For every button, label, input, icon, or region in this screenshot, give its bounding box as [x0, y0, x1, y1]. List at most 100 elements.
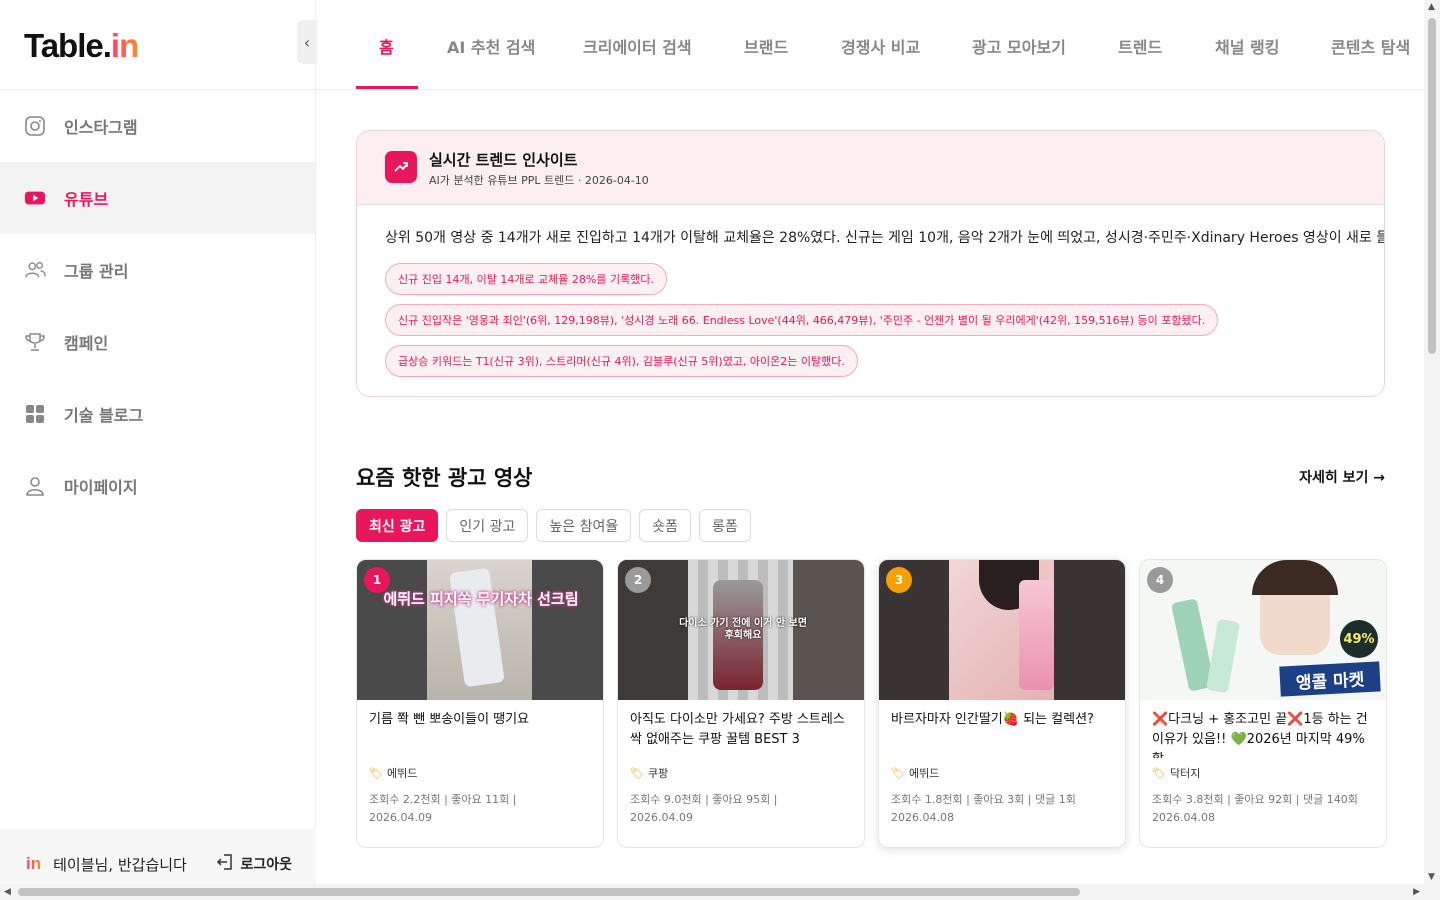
rank-badge: 2	[625, 567, 651, 593]
logout-icon	[216, 853, 234, 875]
insight-point: 신규 진입작은 '영웅과 죄인'(6위, 129,198뷰), '성시경 노래 …	[385, 304, 1219, 336]
tab-content-explore[interactable]: 콘텐츠 탐색	[1331, 34, 1410, 58]
tab-creator-search[interactable]: 크리에이터 검색	[583, 34, 692, 58]
brand-tag: 🏷 쿠팡	[630, 766, 669, 781]
logout-label: 로그아웃	[240, 857, 292, 873]
greeting-text: 테이블님, 반갑습니다	[53, 855, 187, 874]
vertical-scroll-thumb[interactable]	[1428, 18, 1436, 354]
scroll-right-icon[interactable]: ▶	[1413, 887, 1420, 897]
sidebar-item-instagram[interactable]: 인스타그램	[0, 90, 315, 162]
brand-tag: 🏷 에뛰드	[369, 766, 418, 781]
filter-longform[interactable]: 롱폼	[699, 509, 751, 542]
youtube-icon	[24, 187, 46, 209]
tab-brand[interactable]: 브랜드	[744, 34, 788, 58]
logo-area: Table.in ‹	[0, 0, 317, 90]
ad-filters: 최신 광고 인기 광고 높은 참여율 숏폼 롱폼	[356, 509, 751, 542]
sidebar-item-tech-blog[interactable]: 기술 블로그	[0, 378, 315, 450]
ad-card[interactable]: 에뛰드 피지쏙 무기자차 선크림 1 기름 쫙 뺀 뽀송이들이 땡기요 🏷 에뛰드…	[356, 559, 604, 848]
tab-home[interactable]: 홈	[379, 34, 394, 58]
rank-badge: 3	[886, 567, 912, 593]
brand-tag: 🏷 에뛰드	[891, 766, 940, 781]
video-stats: 조회수 2.2천회 | 좋아요 11회 |	[369, 793, 517, 806]
user-icon	[24, 475, 46, 497]
horizontal-scroll-thumb[interactable]	[18, 888, 1080, 896]
insight-title: 실시간 트렌드 인사이트	[429, 151, 578, 169]
video-thumbnail[interactable]: 에뛰드 피지쏙 무기자차 선크림 1	[357, 560, 603, 700]
insight-header: 실시간 트렌드 인사이트 AI가 분석한 유튜브 PPL 트렌드 · 2026-…	[357, 131, 1384, 205]
insight-point: 신규 진입 14개, 이탈 14개로 교체율 28%를 기록했다.	[385, 263, 667, 295]
insight-point: 급상승 키워드는 T1(신규 3위), 스트리머(신규 4위), 김블루(신규 …	[385, 345, 858, 377]
ad-card[interactable]: 49% 앵콜 마켓 4 ❌다크닝 + 홍조고민 끝❌1등 하는 건 이유가 있음…	[1139, 559, 1387, 848]
main-content: 홈 AI 추천 검색 크리에이터 검색 브랜드 경쟁사 비교 광고 모아보기 트…	[317, 0, 1424, 884]
trend-insight-card: 실시간 트렌드 인사이트 AI가 분석한 유튜브 PPL 트렌드 · 2026-…	[356, 130, 1385, 397]
sidebar-item-mypage[interactable]: 마이페이지	[0, 450, 315, 522]
users-icon	[24, 259, 46, 281]
filter-popular[interactable]: 인기 광고	[446, 509, 529, 542]
top-nav: 홈 AI 추천 검색 크리에이터 검색 브랜드 경쟁사 비교 광고 모아보기 트…	[317, 0, 1424, 90]
filter-shortform[interactable]: 숏폼	[639, 509, 692, 542]
sidebar-nav: 인스타그램 유튜브 그룹 관리 캠페인 기술 블로그 마이페이지	[0, 90, 315, 522]
tab-ai-search[interactable]: AI 추천 검색	[447, 34, 535, 58]
grid-icon	[24, 403, 46, 425]
video-stats: 조회수 9.0천회 | 좋아요 95회 |	[630, 793, 778, 806]
video-thumbnail[interactable]: 3	[879, 560, 1125, 700]
sidebar: Table.in ‹ 인스타그램 유튜브 그룹 관리 캠페인 기술 블로그 마이…	[0, 0, 317, 900]
trophy-icon	[24, 331, 46, 353]
sidebar-item-label: 인스타그램	[64, 118, 138, 137]
video-title[interactable]: 아직도 다이소만 가세요? 주방 스트레스 싹 없애주는 쿠팡 꿀템 BEST …	[618, 700, 864, 758]
sidebar-item-label: 그룹 관리	[64, 262, 129, 281]
logout-button[interactable]: 로그아웃	[216, 853, 292, 875]
scroll-left-icon[interactable]: ◀	[4, 887, 11, 897]
app-logo[interactable]: Table.in	[24, 27, 139, 65]
instagram-icon	[24, 115, 46, 137]
tab-channel-ranking[interactable]: 채널 랭킹	[1215, 34, 1279, 58]
tag-icon: 🏷	[630, 766, 644, 780]
video-thumbnail[interactable]: 49% 앵콜 마켓 4	[1140, 560, 1386, 700]
ad-card[interactable]: 3 바르자마자 인간딸기🍓 되는 컬렉션? 🏷 에뛰드 조회수 1.8천회 | 좋…	[878, 559, 1126, 848]
video-title[interactable]: ❌다크닝 + 홍조고민 끝❌1등 하는 건 이유가 있음!! 💚2026년 마지…	[1140, 700, 1386, 758]
discount-badge: 49%	[1340, 620, 1378, 658]
rank-badge: 1	[364, 567, 390, 593]
insight-summary: 상위 50개 영상 중 14개가 새로 진입하고 14개가 이탈해 교체율은 2…	[385, 230, 1385, 246]
tab-competitor[interactable]: 경쟁사 비교	[841, 34, 920, 58]
video-date: 2026.04.09	[630, 811, 693, 824]
video-thumbnail[interactable]: 다이소 가기 전에 이거 안 보면 후회해요 2	[618, 560, 864, 700]
video-stats: 조회수 3.8천회 | 좋아요 92회 | 댓글 140회	[1152, 793, 1358, 806]
brand-tag: 🏷 닥터지	[1152, 766, 1201, 781]
video-title[interactable]: 바르자마자 인간딸기🍓 되는 컬렉션?	[879, 700, 1125, 758]
active-tab-indicator	[356, 86, 418, 89]
video-title[interactable]: 기름 쫙 뺀 뽀송이들이 땡기요	[357, 700, 603, 758]
sidebar-item-label: 유튜브	[64, 190, 109, 209]
sidebar-item-group-management[interactable]: 그룹 관리	[0, 234, 315, 306]
footer-logo: in	[26, 854, 42, 873]
rank-badge: 4	[1147, 567, 1173, 593]
thumbnail-caption: 에뛰드 피지쏙 무기자차 선크림	[383, 590, 579, 608]
scroll-down-icon[interactable]: ▼	[1428, 872, 1435, 882]
sidebar-item-campaign[interactable]: 캠페인	[0, 306, 315, 378]
scroll-up-icon[interactable]: ▲	[1428, 2, 1435, 12]
tag-icon: 🏷	[891, 766, 905, 780]
filter-latest[interactable]: 최신 광고	[356, 509, 439, 542]
sidebar-item-label: 기술 블로그	[64, 406, 144, 425]
tag-icon: 🏷	[1152, 766, 1166, 780]
ad-card[interactable]: 다이소 가기 전에 이거 안 보면 후회해요 2 아직도 다이소만 가세요? 주…	[617, 559, 865, 848]
thumbnail-caption: 앵콜 마켓	[1279, 661, 1381, 697]
tab-trend[interactable]: 트렌드	[1118, 34, 1162, 58]
video-date: 2026.04.09	[369, 811, 432, 824]
see-more-link[interactable]: 자세히 보기 →	[1299, 467, 1385, 487]
collapse-sidebar-button[interactable]: ‹	[297, 20, 317, 64]
insight-date: · 2026-04-10	[577, 174, 649, 187]
thumbnail-caption: 다이소 가기 전에 이거 안 보면 후회해요	[679, 618, 807, 641]
filter-engagement[interactable]: 높은 참여율	[536, 509, 632, 542]
trending-up-icon	[385, 151, 417, 183]
video-date: 2026.04.08	[1152, 811, 1215, 824]
insight-subtitle: AI가 분석한 유튜브 PPL 트렌드 · 2026-04-10	[429, 174, 649, 187]
sidebar-item-youtube[interactable]: 유튜브	[0, 162, 315, 234]
video-date: 2026.04.08	[891, 811, 954, 824]
chevron-left-icon: ‹	[303, 32, 311, 52]
tag-icon: 🏷	[369, 766, 383, 780]
horizontal-scrollbar[interactable]: ◀ ▶	[0, 884, 1440, 900]
vertical-scrollbar[interactable]: ▲ ▼	[1424, 0, 1440, 884]
tab-ads[interactable]: 광고 모아보기	[972, 34, 1066, 58]
sidebar-item-label: 마이페이지	[64, 478, 138, 497]
